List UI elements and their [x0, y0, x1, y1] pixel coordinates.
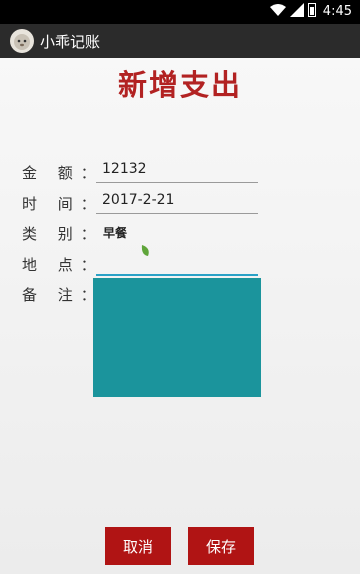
- location-label: 地 点：: [22, 256, 104, 274]
- time-label: 时 间：: [22, 195, 104, 213]
- status-bar: 4:45: [0, 0, 360, 24]
- amount-label: 金 额：: [22, 164, 104, 182]
- status-time: 4:45: [322, 4, 352, 19]
- battery-icon: [308, 3, 316, 17]
- save-button[interactable]: 保存: [188, 527, 254, 565]
- location-field[interactable]: [96, 254, 258, 276]
- page-title: 新增支出: [117, 68, 242, 102]
- category-select[interactable]: 早餐: [103, 224, 127, 241]
- status-icons: [270, 3, 316, 17]
- note-textarea[interactable]: [93, 278, 261, 397]
- app-title: 小乖记账: [40, 33, 101, 51]
- note-label: 备 注：: [22, 286, 104, 304]
- app-logo-icon[interactable]: [10, 29, 34, 53]
- action-bar: 小乖记账: [0, 24, 360, 58]
- signal-icon: [290, 3, 304, 17]
- category-label: 类 别：: [22, 225, 104, 243]
- cancel-button[interactable]: 取消: [105, 527, 171, 565]
- amount-field[interactable]: 12132: [96, 161, 258, 183]
- time-field[interactable]: 2017-2-21: [96, 192, 258, 214]
- wifi-icon: [270, 4, 286, 16]
